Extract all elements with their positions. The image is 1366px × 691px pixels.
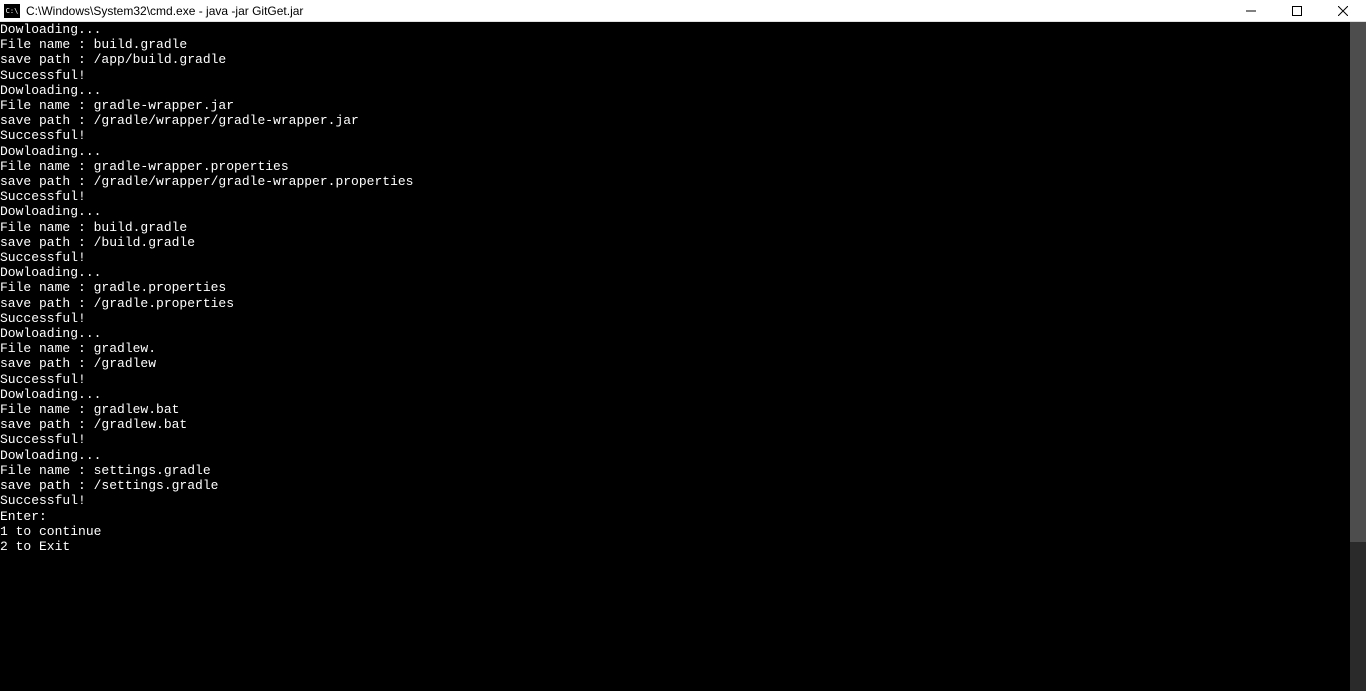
maximize-button[interactable] — [1274, 0, 1320, 21]
maximize-icon — [1292, 6, 1302, 16]
close-button[interactable] — [1320, 0, 1366, 21]
terminal-line: File name : gradle-wrapper.jar — [0, 98, 1350, 113]
window-title: C:\Windows\System32\cmd.exe - java -jar … — [26, 4, 1228, 18]
terminal-line: Successful! — [0, 250, 1350, 265]
terminal-line: save path : /gradle/wrapper/gradle-wrapp… — [0, 174, 1350, 189]
terminal-line: File name : gradle.properties — [0, 280, 1350, 295]
terminal-line: Dowloading... — [0, 22, 1350, 37]
scrollbar[interactable] — [1350, 22, 1366, 691]
terminal-line: Successful! — [0, 372, 1350, 387]
terminal-line: 1 to continue — [0, 524, 1350, 539]
terminal-line: Dowloading... — [0, 204, 1350, 219]
terminal-line: Dowloading... — [0, 265, 1350, 280]
terminal-line: File name : settings.gradle — [0, 463, 1350, 478]
terminal-line: Dowloading... — [0, 326, 1350, 341]
terminal-line: save path : /settings.gradle — [0, 478, 1350, 493]
terminal-line: save path : /gradlew — [0, 356, 1350, 371]
terminal-line: File name : gradle-wrapper.properties — [0, 159, 1350, 174]
terminal-line: Dowloading... — [0, 144, 1350, 159]
terminal-area: Dowloading...File name : build.gradlesav… — [0, 22, 1366, 691]
terminal-line: 2 to Exit — [0, 539, 1350, 554]
terminal-line: save path : /gradlew.bat — [0, 417, 1350, 432]
minimize-icon — [1246, 6, 1256, 16]
cmd-window: C:\Windows\System32\cmd.exe - java -jar … — [0, 0, 1366, 691]
terminal-line: Successful! — [0, 128, 1350, 143]
cmd-icon — [4, 4, 20, 18]
terminal-output[interactable]: Dowloading...File name : build.gradlesav… — [0, 22, 1350, 691]
window-controls — [1228, 0, 1366, 21]
terminal-line: Successful! — [0, 432, 1350, 447]
terminal-line: save path : /gradle.properties — [0, 296, 1350, 311]
terminal-line: Dowloading... — [0, 83, 1350, 98]
terminal-line: Dowloading... — [0, 387, 1350, 402]
close-icon — [1338, 6, 1348, 16]
terminal-line: Enter: — [0, 509, 1350, 524]
terminal-line: Dowloading... — [0, 448, 1350, 463]
terminal-line: File name : gradlew. — [0, 341, 1350, 356]
terminal-line: save path : /app/build.gradle — [0, 52, 1350, 67]
terminal-line: save path : /build.gradle — [0, 235, 1350, 250]
scrollbar-thumb[interactable] — [1350, 22, 1366, 542]
terminal-line: File name : gradlew.bat — [0, 402, 1350, 417]
terminal-line: File name : build.gradle — [0, 37, 1350, 52]
terminal-line: File name : build.gradle — [0, 220, 1350, 235]
terminal-line: save path : /gradle/wrapper/gradle-wrapp… — [0, 113, 1350, 128]
terminal-line: Successful! — [0, 189, 1350, 204]
titlebar[interactable]: C:\Windows\System32\cmd.exe - java -jar … — [0, 0, 1366, 22]
minimize-button[interactable] — [1228, 0, 1274, 21]
terminal-line: Successful! — [0, 68, 1350, 83]
terminal-line: Successful! — [0, 493, 1350, 508]
terminal-line: Successful! — [0, 311, 1350, 326]
